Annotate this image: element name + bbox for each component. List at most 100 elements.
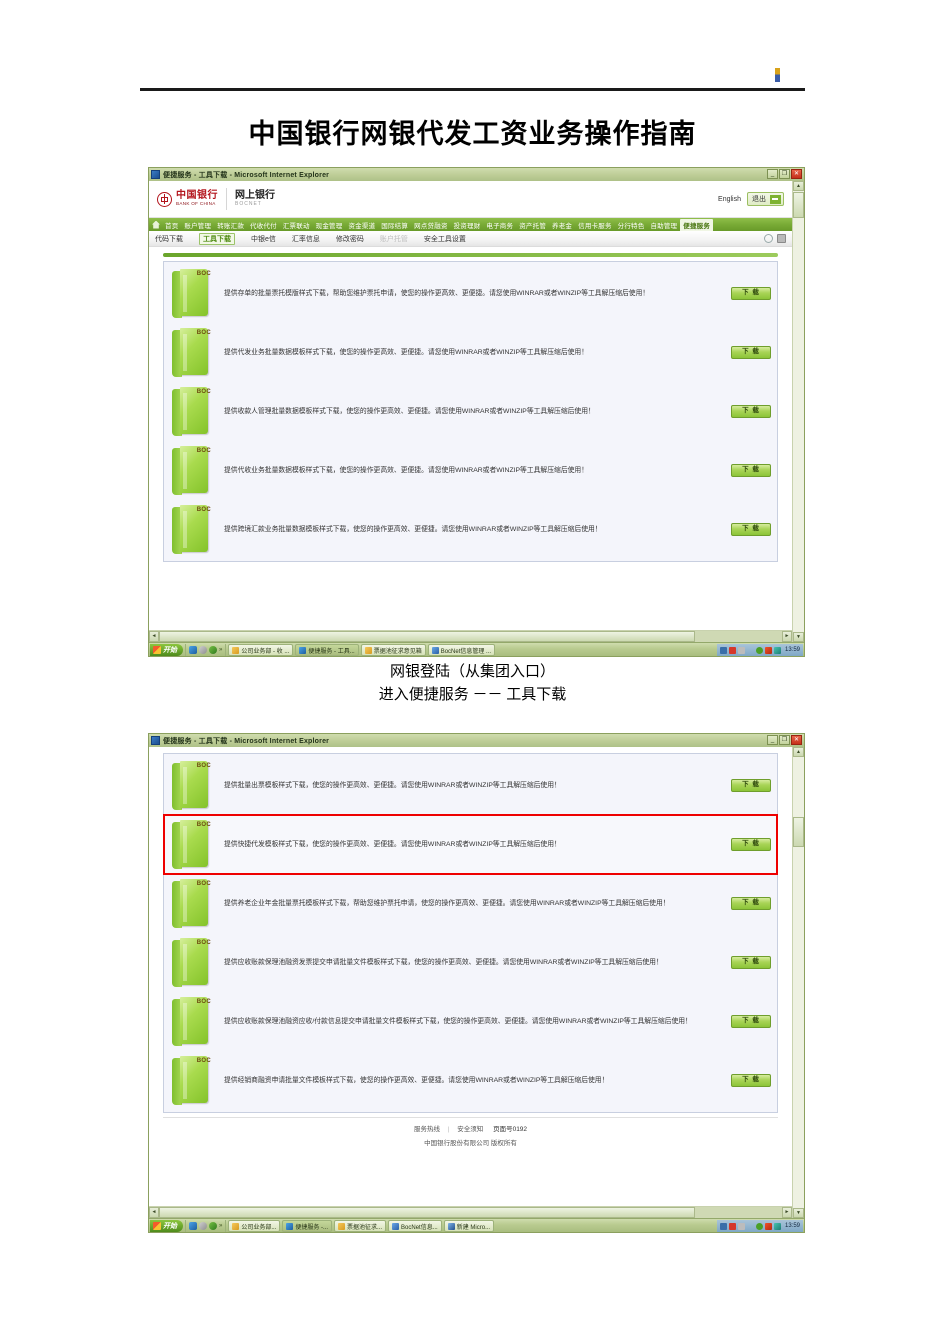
- horizontal-scrollbar[interactable]: ◄ ►: [149, 630, 792, 642]
- chevron-right-icon[interactable]: »: [219, 647, 222, 653]
- download-button[interactable]: 下 载: [731, 464, 771, 477]
- boc-logo[interactable]: 中国银行 BANK OF CHINA: [157, 191, 218, 207]
- download-button[interactable]: 下 载: [731, 287, 771, 300]
- nav-item-7[interactable]: 国际结算: [378, 220, 411, 230]
- vertical-scrollbar[interactable]: ▲ ▼: [792, 747, 804, 1218]
- subnav-item-2[interactable]: 中银e信: [251, 234, 276, 244]
- nav-item-12[interactable]: 养老金: [549, 220, 575, 230]
- home-icon[interactable]: [152, 220, 160, 229]
- quick-launch-icon-0[interactable]: [189, 646, 197, 654]
- download-button[interactable]: 下 载: [731, 523, 771, 536]
- print-icon[interactable]: [777, 234, 786, 243]
- close-button[interactable]: ✕: [791, 169, 802, 179]
- security-notice-link[interactable]: 安全须知: [457, 1126, 483, 1133]
- download-button[interactable]: 下 载: [731, 779, 771, 792]
- chevron-right-icon[interactable]: »: [219, 1223, 222, 1229]
- download-button[interactable]: 下 载: [731, 956, 771, 969]
- network-icon[interactable]: [719, 1222, 727, 1230]
- nav-item-3[interactable]: 代收代付: [247, 220, 280, 230]
- subnav-item-0[interactable]: 代码下载: [155, 234, 183, 244]
- nav-item-4[interactable]: 汇票联动: [280, 220, 313, 230]
- quick-launch-bar: »: [185, 1220, 227, 1232]
- nav-item-8[interactable]: 网点贷融资: [411, 220, 451, 230]
- antivirus-icon[interactable]: [728, 1222, 736, 1230]
- subnav-item-1[interactable]: 工具下载: [199, 232, 235, 245]
- vertical-scrollbar[interactable]: ▲ ▼: [792, 181, 804, 642]
- close-button[interactable]: ✕: [791, 735, 802, 745]
- scroll-up-arrow[interactable]: ▲: [793, 181, 804, 191]
- scroll-left-arrow[interactable]: ◄: [149, 1207, 159, 1218]
- minimize-button[interactable]: _: [767, 735, 778, 745]
- antivirus-icon[interactable]: [728, 646, 736, 654]
- restore-button[interactable]: ❐: [779, 735, 790, 745]
- hscroll-track[interactable]: [159, 631, 782, 642]
- subnav-item-6[interactable]: 安全工具设置: [424, 234, 466, 244]
- misc-icon[interactable]: [747, 647, 754, 654]
- nav-item-1[interactable]: 账户管理: [181, 220, 214, 230]
- download-button[interactable]: 下 载: [731, 405, 771, 418]
- app2-icon[interactable]: [773, 1222, 781, 1230]
- messenger-icon[interactable]: [755, 646, 763, 654]
- misc-icon[interactable]: [747, 1223, 754, 1230]
- volume-icon[interactable]: [737, 646, 745, 654]
- scroll-down-arrow[interactable]: ▼: [793, 1208, 804, 1218]
- taskbar-item[interactable]: 便捷服务 -...: [282, 1220, 333, 1232]
- scroll-right-arrow[interactable]: ►: [782, 631, 792, 642]
- help-icon[interactable]: [764, 234, 773, 243]
- quick-launch-icon-1[interactable]: [199, 1222, 207, 1230]
- nav-item-5[interactable]: 现金管理: [313, 220, 346, 230]
- hscroll-thumb[interactable]: [159, 1207, 695, 1218]
- scroll-down-arrow[interactable]: ▼: [793, 632, 804, 642]
- service-hotline-link[interactable]: 服务热线: [414, 1126, 440, 1133]
- vscroll-thumb[interactable]: [793, 817, 804, 847]
- hscroll-track[interactable]: [159, 1207, 782, 1218]
- app-icon[interactable]: [764, 646, 772, 654]
- messenger-icon[interactable]: [755, 1222, 763, 1230]
- volume-icon[interactable]: [737, 1222, 745, 1230]
- taskbar-item[interactable]: 便捷服务 - 工具...: [295, 644, 359, 656]
- restore-button[interactable]: ❐: [779, 169, 790, 179]
- app-icon[interactable]: [764, 1222, 772, 1230]
- taskbar-item[interactable]: BocNet信息...: [388, 1220, 442, 1232]
- scroll-right-arrow[interactable]: ►: [782, 1207, 792, 1218]
- nav-item-6[interactable]: 资金渠道: [345, 220, 378, 230]
- taskbar-item[interactable]: 新建 Micro...: [443, 1220, 495, 1232]
- nav-item-15[interactable]: 自助管理: [647, 220, 680, 230]
- hscroll-thumb[interactable]: [159, 631, 695, 642]
- nav-item-0[interactable]: 首页: [162, 220, 181, 230]
- download-button[interactable]: 下 载: [731, 1074, 771, 1087]
- vscroll-thumb[interactable]: [793, 192, 804, 218]
- nav-item-14[interactable]: 分行特色: [615, 220, 648, 230]
- taskbar-item[interactable]: 票据池征求意见箱: [360, 644, 426, 656]
- app2-icon[interactable]: [773, 646, 781, 654]
- download-button[interactable]: 下 载: [731, 1015, 771, 1028]
- taskbar-item[interactable]: BocNet信息管理 ...: [427, 644, 496, 656]
- minimize-button[interactable]: _: [767, 169, 778, 179]
- taskbar-item[interactable]: 公司业务部 - 收 ...: [228, 644, 294, 656]
- nav-item-10[interactable]: 电子商务: [483, 220, 516, 230]
- taskbar-item[interactable]: 票据池征求...: [334, 1220, 387, 1232]
- network-icon[interactable]: [719, 646, 727, 654]
- scroll-left-arrow[interactable]: ◄: [149, 631, 159, 642]
- quick-launch-icon-2[interactable]: [209, 1222, 217, 1230]
- subnav-item-4[interactable]: 修改密码: [336, 234, 364, 244]
- scroll-up-arrow[interactable]: ▲: [793, 747, 804, 757]
- horizontal-scrollbar[interactable]: ◄ ►: [149, 1206, 792, 1218]
- quick-launch-icon-1[interactable]: [199, 646, 207, 654]
- taskbar-item[interactable]: 公司业务部...: [228, 1220, 281, 1232]
- nav-item-9[interactable]: 投资理财: [451, 220, 484, 230]
- start-button[interactable]: 开始: [150, 1220, 183, 1232]
- download-button[interactable]: 下 载: [731, 346, 771, 359]
- subnav-item-3[interactable]: 汇率信息: [292, 234, 320, 244]
- logout-button[interactable]: 退出: [747, 192, 784, 206]
- download-button[interactable]: 下 载: [731, 838, 771, 851]
- nav-item-11[interactable]: 资产托管: [516, 220, 549, 230]
- language-link[interactable]: English: [718, 196, 741, 203]
- nav-item-13[interactable]: 信用卡服务: [575, 220, 615, 230]
- download-button[interactable]: 下 载: [731, 897, 771, 910]
- quick-launch-icon-2[interactable]: [209, 646, 217, 654]
- quick-launch-icon-0[interactable]: [189, 1222, 197, 1230]
- start-button[interactable]: 开始: [150, 644, 183, 656]
- nav-item-2[interactable]: 转账汇款: [214, 220, 247, 230]
- nav-item-16[interactable]: 便捷服务: [680, 218, 714, 231]
